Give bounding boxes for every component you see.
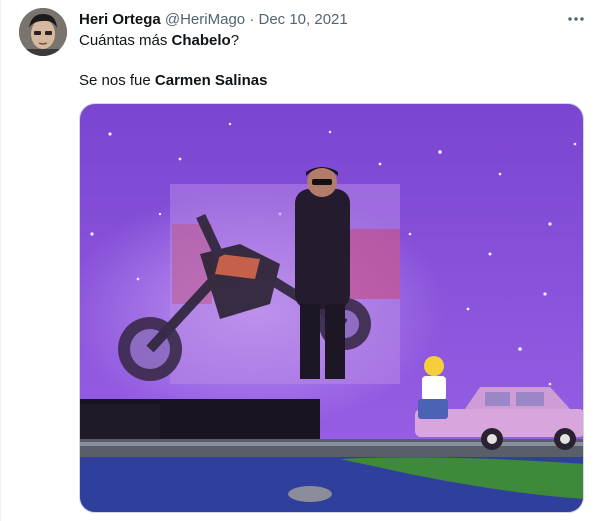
tweet-text-bold: Carmen Salinas [154, 72, 268, 89]
avatar[interactable] [19, 8, 67, 56]
separator-dot: · [249, 11, 255, 28]
tweet-text: Se nos fue [79, 72, 155, 89]
tweet[interactable]: Heri Ortega @HeriMago · Dec 10, 2021 Cuá… [0, 0, 599, 521]
tweet-text-line-1: Cuántas más Chabelo? [79, 31, 239, 51]
tweet-text: Cuántas más [79, 32, 172, 49]
tweet-text-bold: Chabelo [171, 32, 231, 49]
more-horizontal-icon[interactable] [567, 10, 585, 28]
author-handle[interactable]: @HeriMago [165, 11, 245, 28]
tweet-header: Heri Ortega @HeriMago · Dec 10, 2021 [79, 10, 348, 30]
tweet-text-line-2: Se nos fue Carmen Salinas [79, 71, 267, 91]
avatar-image [19, 8, 67, 56]
author-name[interactable]: Heri Ortega [79, 11, 161, 28]
tweet-date[interactable]: Dec 10, 2021 [258, 11, 347, 28]
tweet-text: ? [230, 32, 240, 49]
tweet-media[interactable] [79, 103, 584, 513]
media-image [80, 104, 583, 512]
